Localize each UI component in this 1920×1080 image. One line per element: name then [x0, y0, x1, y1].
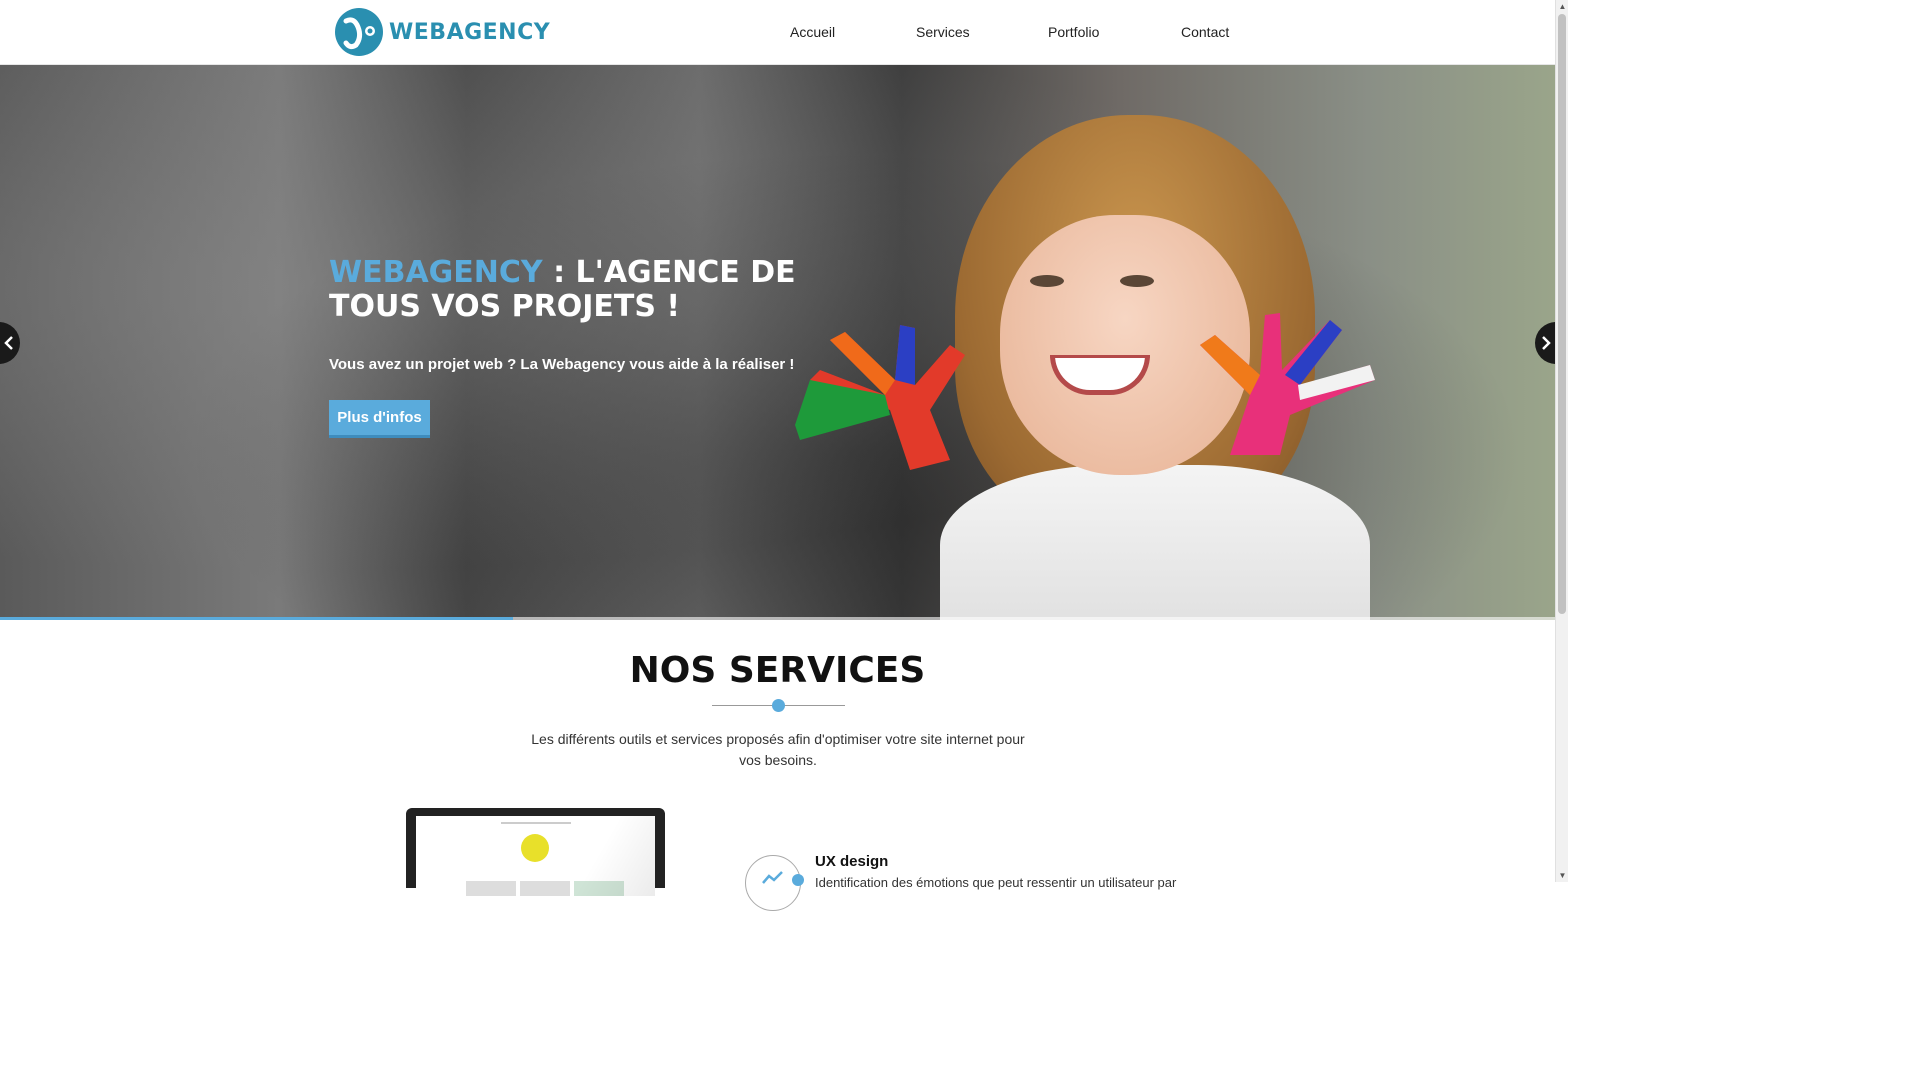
scrollbar-thumb[interactable] [1558, 14, 1566, 614]
nav-portfolio[interactable]: Portfolio [1048, 24, 1099, 40]
mockup-nav [501, 822, 571, 824]
logo[interactable]: WEBAGENCY [334, 7, 550, 57]
hero-subtitle: Vous avez un projet web ? La Webagency v… [329, 356, 795, 373]
mockup-thumb [520, 881, 570, 896]
logo-text: WEBAGENCY [389, 19, 551, 45]
nav-services[interactable]: Services [916, 24, 970, 40]
slider-progress-fill [0, 617, 514, 620]
hero-title: WEBAGENCY : L'AGENCE DE TOUS VOS PROJETS… [329, 256, 889, 324]
service-icon-dot [792, 874, 804, 886]
service-title: UX design [815, 853, 889, 870]
hero-image-hand-left [795, 325, 965, 470]
screen-glare [565, 816, 655, 896]
hero-image-hand-right [1200, 313, 1375, 455]
more-info-button[interactable]: Plus d'infos [329, 400, 430, 438]
hero-image-eye-left [1030, 275, 1064, 287]
services-description: Les différents outils et services propos… [531, 731, 1025, 768]
page-scrollbar[interactable]: ▲ ▼ [1555, 0, 1568, 882]
nav-accueil[interactable]: Accueil [790, 24, 835, 40]
hero-slider: WEBAGENCY : L'AGENCE DE TOUS VOS PROJETS… [0, 65, 1555, 620]
slider-progress [0, 617, 1555, 620]
logo-icon [335, 8, 383, 56]
chevron-left-icon [4, 336, 13, 350]
hero-title-accent: WEBAGENCY [329, 255, 543, 290]
laptop-mockup [406, 808, 665, 896]
chevron-right-icon [1542, 336, 1551, 350]
nav-contact[interactable]: Contact [1181, 24, 1229, 40]
scroll-down-icon[interactable]: ▼ [1556, 869, 1569, 882]
section-divider-dot [772, 699, 785, 712]
hero-image-shirt [940, 465, 1370, 620]
scroll-up-icon[interactable]: ▲ [1556, 0, 1569, 13]
mockup-thumb [466, 881, 516, 896]
site-header: WEBAGENCY Accueil Services Portfolio Con… [0, 0, 1555, 65]
mockup-logo [521, 834, 549, 862]
service-text: Identification des émotions que peut res… [815, 875, 1177, 890]
services-title: NOS SERVICES [629, 650, 926, 691]
hero-image-eye-right [1120, 275, 1154, 287]
chart-icon [762, 871, 783, 884]
laptop-screen [416, 816, 655, 896]
